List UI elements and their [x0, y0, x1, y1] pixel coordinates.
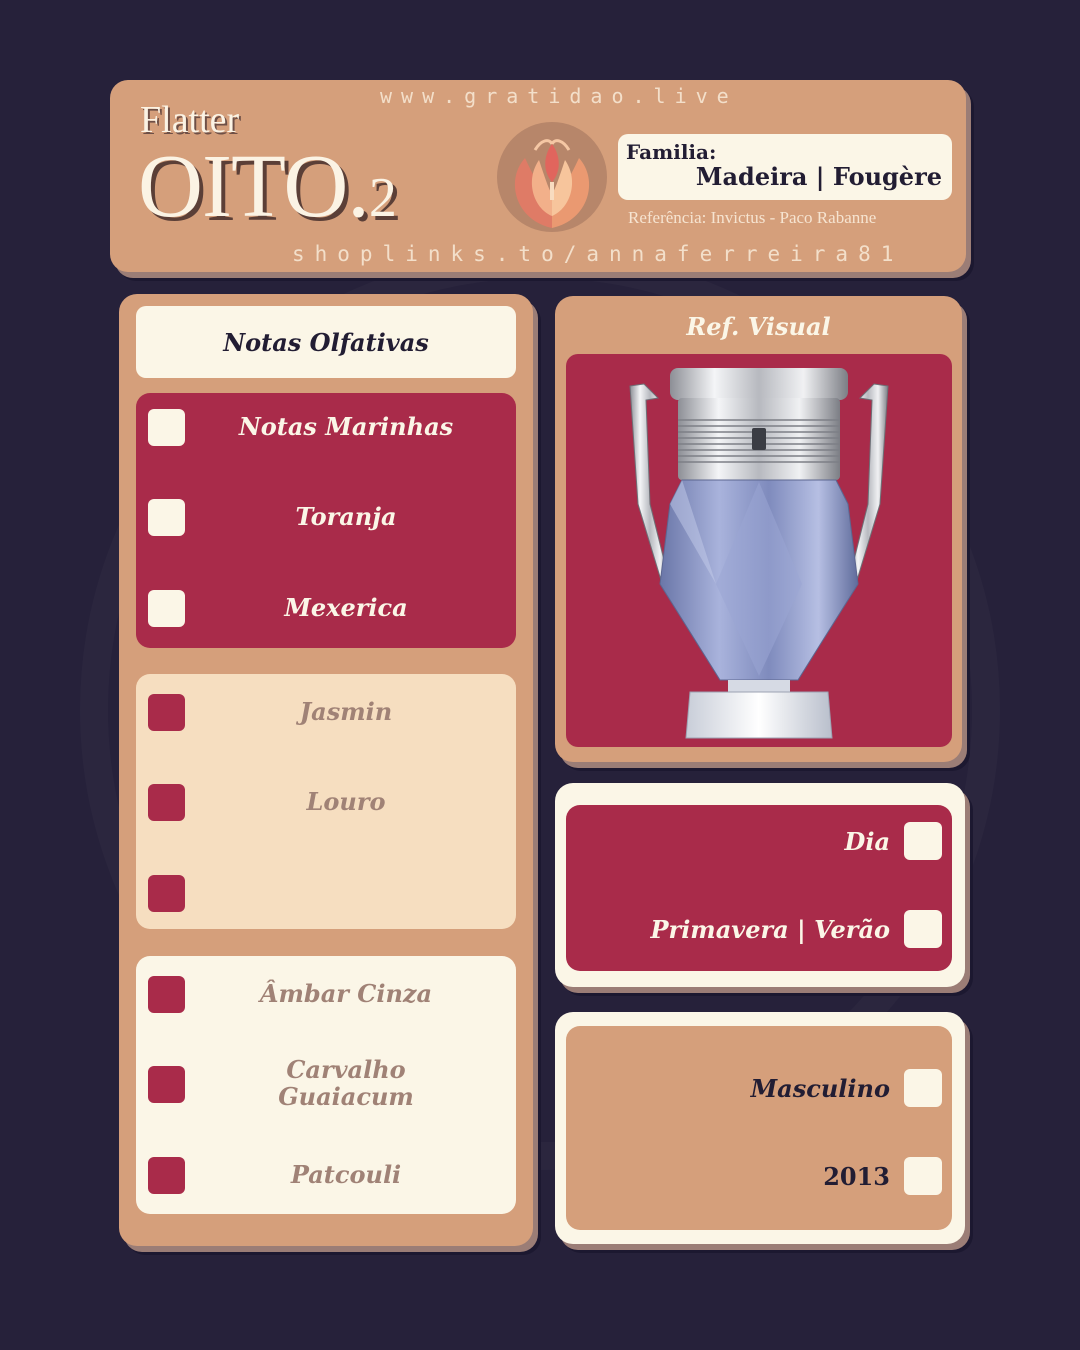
gender-label: Masculino — [750, 1073, 890, 1103]
note-row: Patcouli — [136, 1145, 516, 1205]
occasion-card: Dia Primavera | Verão — [555, 783, 965, 987]
tag-row: 2013 — [566, 1146, 952, 1206]
reference-text: Referência: Invictus - Paco Rabanne — [628, 208, 877, 227]
perfume-image — [566, 354, 952, 747]
time-of-day-checkbox[interactable] — [904, 822, 942, 860]
note-label: Patcouli — [290, 1159, 402, 1189]
perfume-bottle-icon — [629, 368, 889, 739]
familia-label: Familia: — [626, 140, 717, 164]
note-label: Mexerica — [284, 592, 408, 622]
note-checkbox[interactable] — [148, 784, 185, 821]
profile-card: Masculino 2013 — [555, 1012, 965, 1244]
note-checkbox[interactable] — [148, 694, 185, 731]
ref-visual-card: Ref. Visual — [555, 296, 962, 762]
note-label: Louro — [306, 786, 386, 816]
note-checkbox[interactable] — [148, 1157, 185, 1194]
season-label: Primavera | Verão — [650, 914, 891, 944]
tag-row: Masculino — [566, 1058, 952, 1118]
familia-value: Madeira | Fougère — [695, 162, 942, 191]
occasion-group: Dia Primavera | Verão — [566, 805, 952, 971]
note-checkbox[interactable] — [148, 499, 185, 536]
familia-box: Familia: Madeira | Fougère — [618, 134, 952, 200]
ref-visual-title: Ref. Visual — [686, 312, 831, 341]
note-row: Notas Marinhas — [136, 397, 516, 457]
gender-checkbox[interactable] — [904, 1069, 942, 1107]
brand-name: Flatter — [140, 99, 240, 141]
note-checkbox[interactable] — [148, 1066, 185, 1103]
note-row: Toranja — [136, 487, 516, 547]
tag-row: Dia — [566, 811, 952, 871]
shop-url[interactable]: shoplinks.to/annaferreira81 — [292, 242, 903, 266]
note-label: Jasmin — [299, 696, 393, 726]
note-label — [196, 863, 496, 923]
note-checkbox[interactable] — [148, 409, 185, 446]
base-notes-group: Âmbar Cinza Carvalho Guaiacum Patcouli — [136, 956, 516, 1214]
tag-row: Primavera | Verão — [566, 899, 952, 959]
year-checkbox[interactable] — [904, 1157, 942, 1195]
note-row: Âmbar Cinza — [136, 964, 516, 1024]
note-checkbox[interactable] — [148, 875, 185, 912]
notes-card: Notas Olfativas Notas Marinhas Toranja M… — [119, 294, 533, 1246]
notes-title: Notas Olfativas — [136, 306, 516, 378]
note-row: Carvalho Guaiacum — [136, 1054, 516, 1114]
note-row — [136, 863, 516, 923]
note-label: Carvalho Guaiacum — [278, 1055, 414, 1111]
season-checkbox[interactable] — [904, 910, 942, 948]
top-notes-group: Notas Marinhas Toranja Mexerica — [136, 393, 516, 648]
header-card: www.gratidao.live Flatter OITO.2 Familia… — [110, 80, 966, 272]
note-checkbox[interactable] — [148, 976, 185, 1013]
website-url[interactable]: www.gratidao.live — [380, 84, 738, 108]
note-label: Toranja — [295, 501, 397, 531]
note-label: Âmbar Cinza — [259, 978, 433, 1008]
heart-notes-group: Jasmin Louro — [136, 674, 516, 929]
time-of-day-label: Dia — [844, 826, 890, 856]
note-row: Louro — [136, 772, 516, 832]
note-label: Notas Marinhas — [238, 411, 454, 441]
profile-group: Masculino 2013 — [566, 1026, 952, 1230]
year-label: 2013 — [823, 1161, 890, 1191]
note-checkbox[interactable] — [148, 590, 185, 627]
lotus-logo-icon — [497, 122, 607, 232]
note-row: Mexerica — [136, 578, 516, 638]
note-row: Jasmin — [136, 682, 516, 742]
product-name: OITO.2 — [138, 137, 397, 236]
